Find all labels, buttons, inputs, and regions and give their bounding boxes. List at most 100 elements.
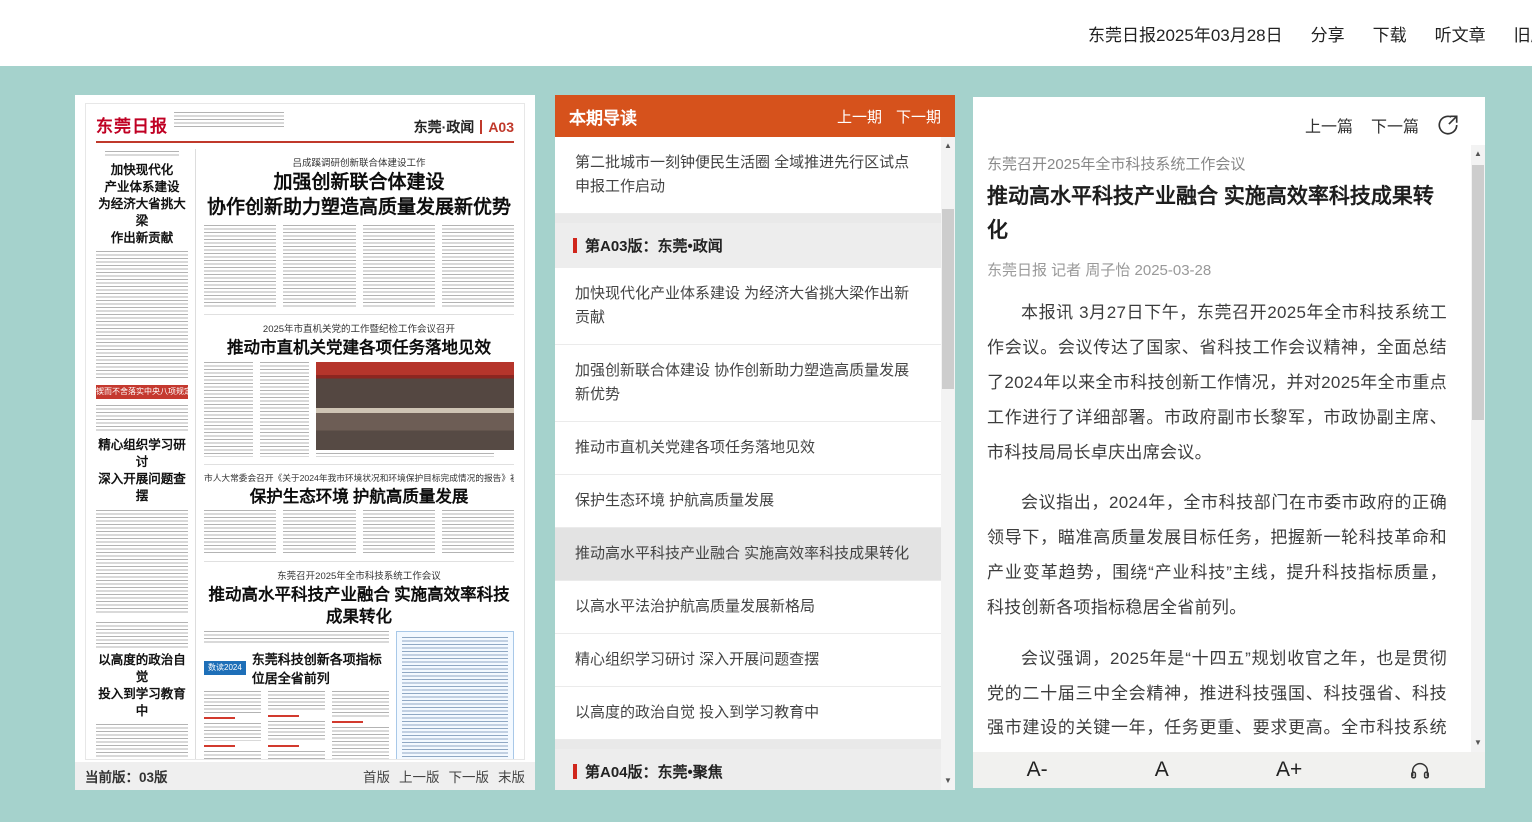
paper-body-filler <box>260 362 309 457</box>
old-version-link[interactable]: 旧版 <box>1514 21 1532 46</box>
paper-body-filler <box>268 691 325 760</box>
toc-list: 第二批城市一刻钟便民生活圈 全域推进先行区试点申报工作启动 第A03版：东莞•政… <box>555 137 941 790</box>
page-section-label: 东莞·政闻 <box>414 117 475 137</box>
paper-kicker-small <box>105 151 179 158</box>
next-article-button[interactable]: 下一篇 <box>1371 113 1419 137</box>
current-page-label: 当前版：03版 <box>85 766 168 786</box>
masthead-meta-text <box>174 112 284 128</box>
article-byline: 东莞日报 记者 周子怡 2025-03-28 <box>987 259 1447 280</box>
paper-body-filler <box>204 631 389 645</box>
toc-section-a03: 第A03版：东莞•政闻 <box>555 223 941 268</box>
last-page-button[interactable]: 末版 <box>498 766 525 786</box>
issue-date-label: 东莞日报2025年03月28日 <box>1088 21 1283 46</box>
scroll-up-icon[interactable]: ▲ <box>941 139 955 153</box>
prev-issue-button[interactable]: 上一期 <box>837 106 882 127</box>
top-bar-links: 东莞日报2025年03月28日 分享 下载 听文章 旧版 <box>1088 0 1532 66</box>
article3-kicker: 市人大常委会召开《关于2024年我市环境状况和环境保护目标完成情况的报告》初审座… <box>204 471 514 484</box>
paper-body-filler <box>204 691 261 760</box>
toc-item[interactable]: 保护生态环境 护航高质量发展 <box>555 475 941 528</box>
font-smaller-button[interactable]: A- <box>1027 758 1048 782</box>
next-issue-button[interactable]: 下一期 <box>896 106 941 127</box>
article-paragraph: 本报讯 3月27日下午，东莞召开2025年全市科技系统工作会议。会议传达了国家、… <box>987 296 1447 470</box>
paper-body-filler <box>442 225 514 307</box>
paper-headline-left1: 加快现代化 产业体系建设 为经济大省挑大梁 作出新贡献 <box>96 162 188 246</box>
article-kicker: 东莞召开2025年全市科技系统工作会议 <box>987 153 1447 174</box>
paper-headline-left3: 以高度的政治自觉 投入到学习教育中 <box>96 652 188 720</box>
paper-main-column: 吕成蹊调研创新联合体建设工作 加强创新联合体建设 协作创新助力塑造高质量发展新优… <box>204 149 514 760</box>
paper-left-column: 加快现代化 产业体系建设 为经济大省挑大梁 作出新贡献 锲而不舍落实中央八项规定… <box>96 149 196 760</box>
paper-body-filler <box>204 362 253 457</box>
toc-item[interactable]: 加强创新联合体建设 协作创新助力塑造高质量发展新优势 <box>555 345 941 422</box>
toc-item-selected[interactable]: 推动高水平科技产业融合 实施高效率科技成果转化 <box>555 528 941 581</box>
scroll-up-icon[interactable]: ▲ <box>1471 147 1485 161</box>
paper-body-filler <box>442 510 514 554</box>
article2-headline: 推动市直机关党建各项任务落地见效 <box>204 337 514 358</box>
toc-item[interactable]: 精心组织学习研讨 深入开展问题查摆 <box>555 634 941 687</box>
toc-group-spacer <box>555 214 941 223</box>
article-title: 推动高水平科技产业融合 实施高效率科技成果转化 <box>987 180 1447 247</box>
font-normal-button[interactable]: A <box>1155 758 1169 782</box>
masthead-divider <box>480 120 482 134</box>
prev-page-button[interactable]: 上一版 <box>399 766 440 786</box>
share-link[interactable]: 分享 <box>1311 21 1345 46</box>
slogan-box: 锲而不舍落实中央八项规定精神 <box>96 385 188 399</box>
paper-body-filler <box>283 225 355 307</box>
listen-article-link[interactable]: 听文章 <box>1435 21 1486 46</box>
toc-section-a04: 第A04版：东莞•聚焦 <box>555 749 941 790</box>
paper-body-filler <box>96 622 188 648</box>
toc-item[interactable]: 以高水平法治护航高质量发展新格局 <box>555 581 941 634</box>
toc-item[interactable]: 第二批城市一刻钟便民生活圈 全域推进先行区试点申报工作启动 <box>555 137 941 214</box>
epaper-app: { "colors": { "background": "#a5d2cc", "… <box>0 0 1532 822</box>
paper-body-filler <box>96 724 188 760</box>
article-paragraph: 会议指出，2024年，全市科技部门在市委市政府的正确领导下，瞄准高质量发展目标任… <box>987 486 1447 625</box>
photo-caption-filler <box>316 453 494 457</box>
top-bar: 东莞日报2025年03月28日 分享 下载 听文章 旧版 <box>0 0 1532 66</box>
article1-kicker: 吕成蹊调研创新联合体建设工作 <box>204 155 514 169</box>
toc-item[interactable]: 推动市直机关党建各项任务落地见效 <box>555 422 941 475</box>
download-link[interactable]: 下载 <box>1373 21 1407 46</box>
reader-scrollbar-thumb[interactable] <box>1472 165 1484 420</box>
newspaper-logo: 东莞日报 <box>96 112 168 137</box>
paper-headline-left2: 精心组织学习研讨 深入开展问题查摆 <box>96 437 188 505</box>
article4-kicker: 东莞召开2025年全市科技系统工作会议 <box>204 568 514 582</box>
meeting-photo <box>316 362 514 450</box>
paper-article-4: 东莞召开2025年全市科技系统工作会议 推动高水平科技产业融合 实施高效率科技成… <box>204 562 514 760</box>
toc-item[interactable]: 以高度的政治自觉 投入到学习教育中 <box>555 687 941 740</box>
toc-scrollbar-thumb[interactable] <box>942 209 954 389</box>
paper-body-filler <box>283 510 355 554</box>
article1-headline: 加强创新联合体建设 协作创新助力塑造高质量发展新优势 <box>204 171 514 220</box>
scroll-down-icon[interactable]: ▼ <box>941 774 955 788</box>
paper-body-filler <box>96 405 188 433</box>
policy-summary-box <box>396 631 514 760</box>
reader-nav: 上一篇 下一篇 <box>973 97 1485 143</box>
reader-scrollbar[interactable]: ▲ ▼ <box>1471 145 1485 752</box>
open-share-icon[interactable] <box>1437 114 1459 136</box>
reader-toolbar: A- A A+ <box>973 752 1485 788</box>
article-reader-panel: 上一篇 下一篇 东莞召开2025年全市科技系统工作会议 推动高水平科技产业融合 … <box>973 97 1485 788</box>
toc-group-spacer <box>555 740 941 749</box>
toc-header: 本期导读 上一期 下一期 <box>555 95 955 137</box>
paper-body-filler <box>96 510 188 614</box>
article-content: 东莞召开2025年全市科技系统工作会议 推动高水平科技产业融合 实施高效率科技成… <box>987 145 1447 752</box>
paper-article-2: 2025年市直机关党的工作暨纪检工作会议召开 推动市直机关党建各项任务落地见效 <box>204 315 514 464</box>
scroll-down-icon[interactable]: ▼ <box>1471 736 1485 750</box>
paper-body-filler <box>363 225 435 307</box>
newspaper-page-thumbnail[interactable]: 东莞日报 东莞·政闻 A03 加快现代化 产业体系建设 为经济大省挑大梁 作出新… <box>85 103 525 760</box>
toc-title: 本期导读 <box>569 104 637 129</box>
paper-body-filler <box>96 251 188 379</box>
toc-scrollbar[interactable]: ▲ ▼ <box>941 137 955 790</box>
paper-body-filler <box>363 510 435 554</box>
sub-article-title: 东莞科技创新各项指标位居全省前列 <box>252 649 389 687</box>
next-page-button[interactable]: 下一版 <box>449 766 490 786</box>
paper-body-filler <box>332 691 389 760</box>
toc-panel: 本期导读 上一期 下一期 第二批城市一刻钟便民生活圈 全域推进先行区试点申报工作… <box>555 95 955 790</box>
prev-article-button[interactable]: 上一篇 <box>1305 113 1353 137</box>
toc-item[interactable]: 加快现代化产业体系建设 为经济大省挑大梁作出新贡献 <box>555 268 941 345</box>
font-larger-button[interactable]: A+ <box>1276 758 1302 782</box>
headphones-icon[interactable] <box>1409 759 1431 781</box>
paper-body-filler <box>204 510 276 554</box>
first-page-button[interactable]: 首版 <box>363 766 390 786</box>
paper-body-filler <box>204 225 276 307</box>
article3-headline: 保护生态环境 护航高质量发展 <box>204 486 514 507</box>
article-paragraph: 会议强调，2025年是“十四五”规划收官之年，也是贯彻党的二十届三中全会精神，推… <box>987 642 1447 752</box>
